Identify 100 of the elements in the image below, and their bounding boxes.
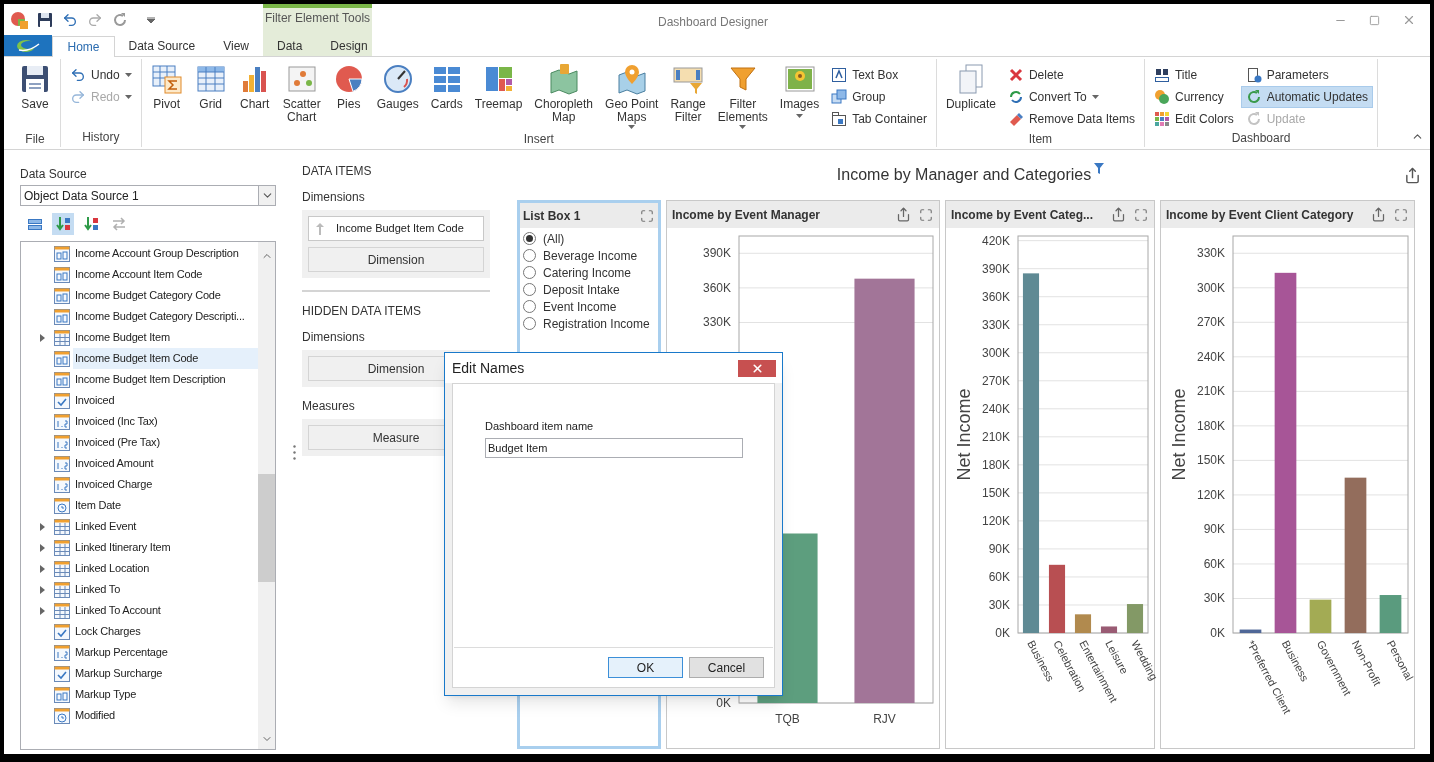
tree-item[interactable]: Income Budget Item Description [73, 369, 258, 390]
drop-placeholder[interactable]: Dimension [308, 247, 484, 272]
tree-item[interactable]: Item Date [73, 495, 258, 516]
tree-item[interactable]: Linked Event [73, 516, 258, 537]
redo-icon[interactable] [87, 11, 103, 28]
ribbon-tab[interactable]: Home [52, 36, 115, 57]
ribbon-button[interactable]: Group [826, 86, 932, 108]
tree-item[interactable]: Linked Itinerary Item [73, 537, 258, 558]
tree-item[interactable]: Markup Type [73, 684, 258, 705]
expand-arrow-icon[interactable] [40, 543, 45, 552]
tree-item[interactable]: Modified [73, 705, 258, 726]
tree-item[interactable]: Income Budget Item Code [73, 348, 258, 369]
tree-item[interactable]: Invoiced (Inc Tax) [73, 411, 258, 432]
ribbon-button[interactable]: Tab Container [826, 108, 932, 130]
ribbon-button[interactable]: Automatic Updates [1240, 86, 1374, 108]
ribbon-button[interactable]: Gauges [371, 59, 424, 131]
bar[interactable] [1100, 626, 1118, 633]
export-icon[interactable] [896, 207, 911, 222]
bar[interactable] [1074, 614, 1092, 633]
bar[interactable] [1379, 595, 1402, 633]
tree-item[interactable]: Linked To [73, 579, 258, 600]
expand-arrow-icon[interactable] [40, 522, 45, 531]
tree-item[interactable]: Income Account Group Description [73, 243, 258, 264]
tree-item[interactable]: Invoiced (Pre Tax) [73, 432, 258, 453]
tree-item[interactable]: Income Budget Item [73, 327, 258, 348]
tree-item[interactable]: Income Budget Category Code [73, 285, 258, 306]
ribbon-tab[interactable]: Data [263, 35, 317, 56]
radio-button[interactable] [523, 266, 536, 279]
bar[interactable] [1048, 564, 1066, 633]
tree-item[interactable]: Invoiced Amount [73, 453, 258, 474]
close-button[interactable] [738, 359, 776, 377]
tree-item[interactable]: Income Account Item Code [73, 264, 258, 285]
tree-item[interactable]: Invoiced Charge [73, 474, 258, 495]
splitter-grip-icon[interactable] [292, 444, 296, 460]
dialog-button[interactable]: Cancel [689, 657, 764, 678]
export-icon[interactable] [1371, 207, 1386, 222]
bar[interactable] [1274, 272, 1297, 633]
file-menu-button[interactable] [4, 35, 53, 56]
ribbon-button[interactable]: Pies [327, 59, 370, 131]
customize-caret-icon[interactable] [147, 16, 155, 23]
ribbon-button[interactable]: Treemap [469, 59, 528, 131]
ribbon-button[interactable]: Undo [65, 64, 137, 86]
ribbon-button[interactable]: Convert To [1002, 86, 1140, 108]
expand-arrow-icon[interactable] [40, 564, 45, 573]
toolbar-button[interactable] [52, 213, 74, 235]
ribbon-button[interactable]: Currency [1149, 86, 1239, 108]
radio-option[interactable]: Event Income [523, 298, 658, 315]
ribbon-tab[interactable]: Design [316, 35, 382, 56]
radio-option[interactable]: (All) [523, 230, 658, 247]
maximize-icon[interactable] [919, 207, 933, 222]
tree-item[interactable]: Lock Charges [73, 621, 258, 642]
scrollbar-thumb[interactable] [258, 474, 275, 582]
ribbon-button[interactable]: Grid [189, 59, 232, 131]
data-source-combo[interactable]: Object Data Source 1 [20, 185, 276, 206]
ribbon-tab[interactable]: Data Source [114, 35, 210, 56]
tree-item[interactable]: Income Budget Category Descripti... [73, 306, 258, 327]
bar[interactable] [1239, 629, 1262, 633]
bar[interactable] [1126, 604, 1144, 633]
ribbon-button[interactable]: Remove Data Items [1002, 108, 1140, 130]
ribbon-tab[interactable]: View [209, 35, 263, 56]
export-icon[interactable] [1404, 166, 1421, 184]
dialog-button[interactable]: OK [608, 657, 683, 678]
tree-item[interactable]: Linked To Account [73, 600, 258, 621]
maximize-icon[interactable] [1394, 207, 1408, 222]
expand-arrow-icon[interactable] [40, 606, 45, 615]
ribbon-button[interactable]: Title [1149, 64, 1239, 86]
maximize-icon[interactable] [640, 208, 654, 223]
ribbon-button[interactable]: Delete [1002, 64, 1140, 86]
radio-button[interactable] [523, 232, 536, 245]
radio-button[interactable] [523, 249, 536, 262]
bar[interactable] [1344, 477, 1367, 633]
radio-option[interactable]: Beverage Income [523, 247, 658, 264]
ribbon-button[interactable]: Text Box [826, 64, 932, 86]
ribbon-button[interactable]: Images [774, 59, 825, 131]
data-item[interactable]: Income Budget Item Code [308, 216, 484, 241]
ribbon-button[interactable]: Cards [425, 59, 468, 131]
scrollbar[interactable] [258, 242, 275, 749]
tree-item[interactable]: Markup Surcharge [73, 663, 258, 684]
expand-arrow-icon[interactable] [40, 333, 45, 342]
undo-icon[interactable] [62, 11, 78, 28]
ribbon-button[interactable]: Filter Elements [712, 59, 773, 131]
radio-option[interactable]: Registration Income [523, 315, 658, 332]
ribbon-button[interactable]: Duplicate [940, 59, 1001, 131]
ribbon-button[interactable]: Parameters [1240, 64, 1374, 86]
radio-button[interactable] [523, 317, 536, 330]
ribbon-button[interactable]: Geo Point Maps [600, 59, 664, 131]
radio-option[interactable]: Deposit Intake [523, 281, 658, 298]
ribbon-button[interactable]: Scatter Chart [277, 59, 326, 131]
ribbon-button[interactable]: Choropleth Map [529, 59, 599, 131]
name-input[interactable]: Budget Item [485, 437, 743, 458]
ribbon-button[interactable]: Chart [233, 59, 276, 131]
bar[interactable] [1022, 273, 1040, 633]
maximize-icon[interactable] [1134, 207, 1148, 222]
export-icon[interactable] [1111, 207, 1126, 222]
ribbon-button[interactable]: Edit Colors [1149, 108, 1239, 130]
tree-item[interactable]: Markup Percentage [73, 642, 258, 663]
radio-option[interactable]: Catering Income [523, 264, 658, 281]
expand-arrow-icon[interactable] [40, 585, 45, 594]
radio-button[interactable] [523, 283, 536, 296]
radio-button[interactable] [523, 300, 536, 313]
